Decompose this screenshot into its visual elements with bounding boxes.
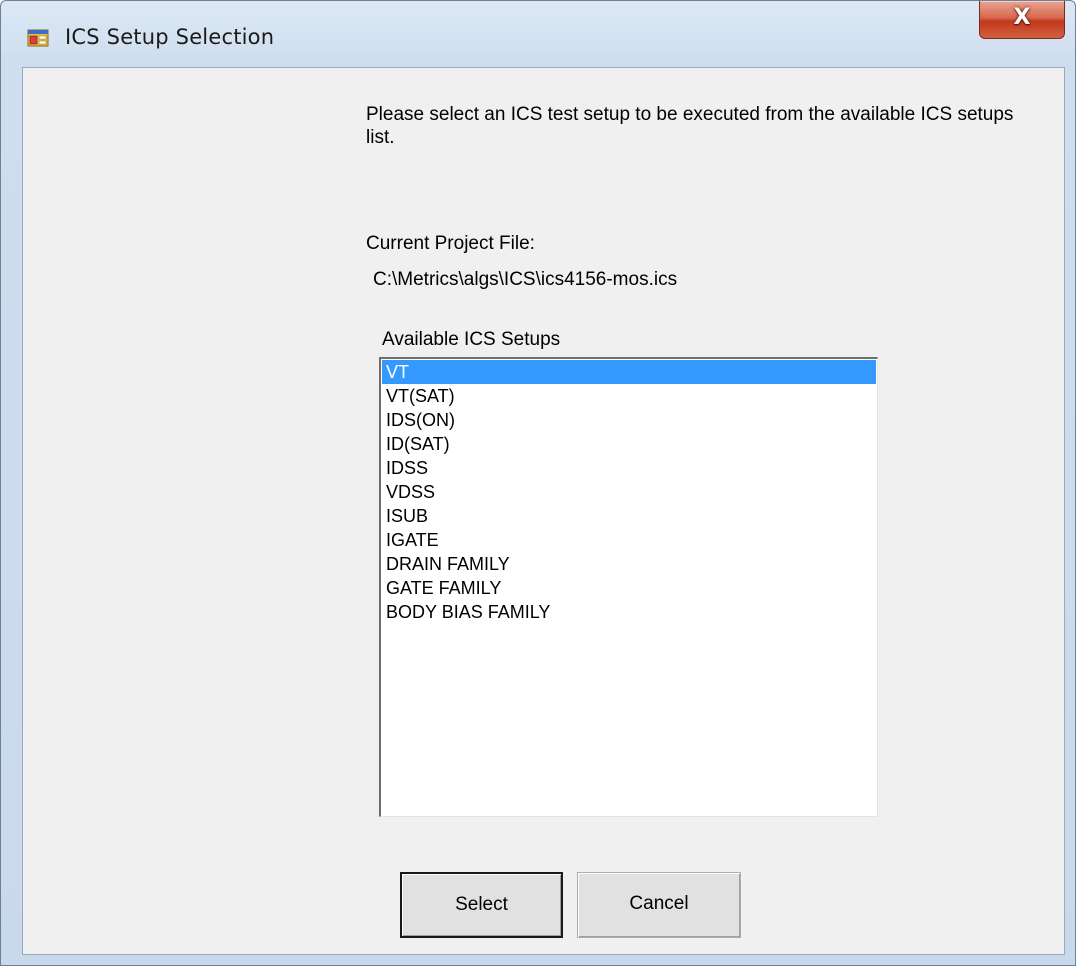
select-button[interactable]: Select: [400, 872, 563, 938]
list-item-gate-family[interactable]: GATE FAMILY: [382, 576, 876, 600]
close-button[interactable]: X: [979, 1, 1065, 39]
list-item-vdss[interactable]: VDSS: [382, 480, 876, 504]
close-icon: X: [1013, 5, 1031, 30]
instructions-text: Please select an ICS test setup to be ex…: [366, 104, 1014, 148]
dialog-window: ICS Setup Selection X Please select an I…: [0, 0, 1076, 966]
list-item-igate[interactable]: IGATE: [382, 528, 876, 552]
list-item-vt[interactable]: VT: [382, 360, 876, 384]
app-form-icon: [27, 29, 49, 47]
cancel-button[interactable]: Cancel: [577, 872, 741, 938]
list-item-drain-family[interactable]: DRAIN FAMILY: [382, 552, 876, 576]
list-item-ids-on[interactable]: IDS(ON): [382, 408, 876, 432]
available-setups-label: Available ICS Setups: [382, 329, 561, 350]
setups-listbox[interactable]: VT VT(SAT) IDS(ON) ID(SAT) IDSS VDSS ISU…: [379, 357, 878, 817]
list-item-vt-sat[interactable]: VT(SAT): [382, 384, 876, 408]
window-title: ICS Setup Selection: [65, 25, 275, 49]
list-item-idss[interactable]: IDSS: [382, 456, 876, 480]
title-bar[interactable]: ICS Setup Selection X: [1, 1, 1075, 67]
current-project-label: Current Project File:: [366, 233, 535, 254]
list-item-body-bias-family[interactable]: BODY BIAS FAMILY: [382, 600, 876, 624]
list-item-id-sat[interactable]: ID(SAT): [382, 432, 876, 456]
current-project-path: C:\Metrics\algs\ICS\ics4156-mos.ics: [373, 269, 678, 290]
dialog-body: Please select an ICS test setup to be ex…: [22, 67, 1065, 955]
list-item-isub[interactable]: ISUB: [382, 504, 876, 528]
